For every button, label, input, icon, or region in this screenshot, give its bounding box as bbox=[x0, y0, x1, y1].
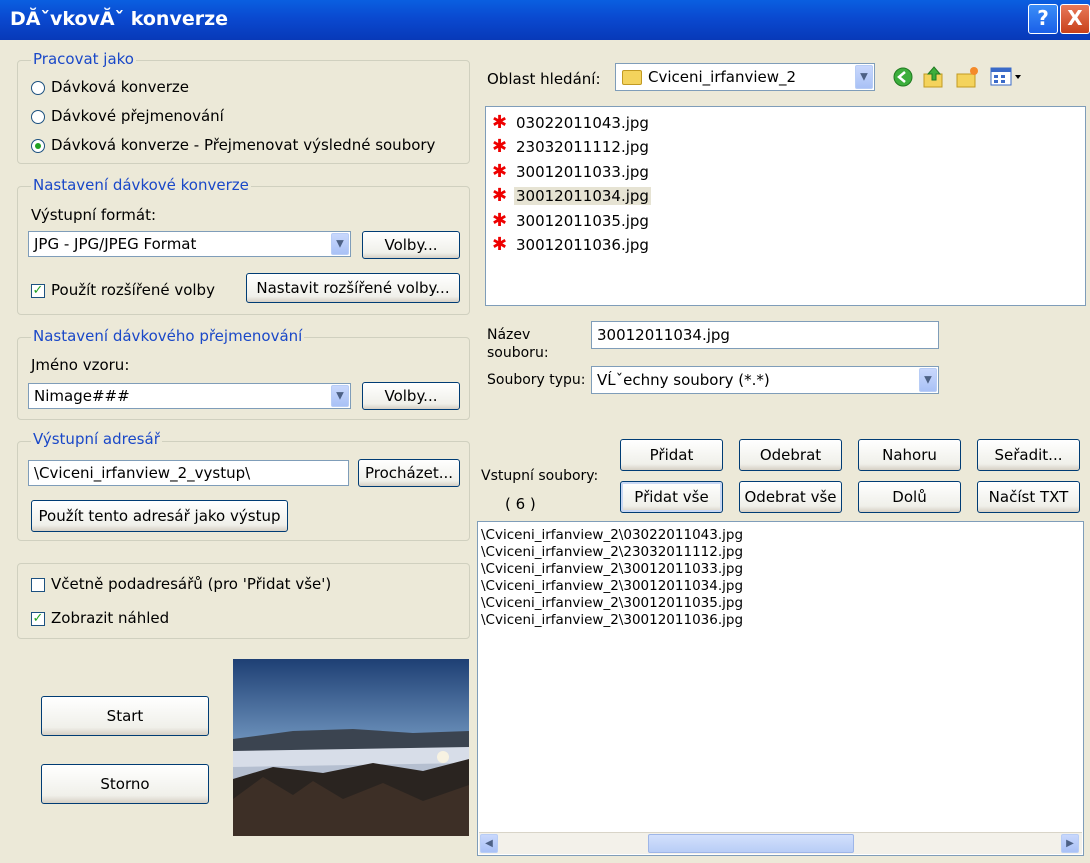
filename-label: Název souboru: bbox=[487, 327, 549, 361]
conversion-legend: Nastavení dávkové konverze bbox=[31, 176, 251, 194]
output-format-select[interactable]: JPG - JPG/JPEG Format bbox=[28, 231, 351, 257]
help-button[interactable]: ? bbox=[1028, 4, 1058, 34]
filetype-select[interactable]: VĹˇechny soubory (*.*) bbox=[591, 366, 939, 394]
view-menu-icon[interactable] bbox=[990, 66, 1024, 88]
folder-icon bbox=[622, 70, 642, 85]
horizontal-scrollbar[interactable]: ◀ ▶ bbox=[479, 832, 1082, 854]
window-title: DĂˇvkovĂˇ konverze bbox=[10, 8, 229, 30]
scroll-thumb[interactable] bbox=[648, 834, 854, 853]
new-folder-icon[interactable] bbox=[955, 65, 979, 89]
radio-batch-rename-label[interactable]: Dávkové přejmenování bbox=[51, 107, 224, 125]
list-item[interactable]: \Cviceni_irfanview_2\30012011033.jpg bbox=[481, 561, 743, 577]
list-item[interactable]: \Cviceni_irfanview_2\30012011034.jpg bbox=[481, 578, 743, 594]
filename-field[interactable]: 30012011034.jpg bbox=[591, 321, 939, 349]
output-format-label: Výstupní formát: bbox=[31, 206, 157, 224]
move-down-button[interactable]: Dolů bbox=[858, 481, 961, 513]
preview-image bbox=[233, 659, 469, 836]
input-files-count: ( 6 ) bbox=[505, 495, 536, 513]
move-up-button[interactable]: Nahoru bbox=[858, 439, 961, 471]
include-subdirs-checkbox[interactable] bbox=[31, 578, 45, 592]
pattern-value: Nimage### bbox=[34, 387, 130, 405]
work-as-legend: Pracovat jako bbox=[31, 50, 136, 68]
advanced-options-label[interactable]: Použít rozšířené volby bbox=[51, 281, 215, 299]
look-in-select[interactable]: Cviceni_irfanview_2 bbox=[615, 63, 875, 91]
chevron-down-icon[interactable] bbox=[919, 368, 937, 392]
remove-all-button[interactable]: Odebrat vše bbox=[739, 481, 842, 513]
sort-button[interactable]: Seřadit... bbox=[977, 439, 1080, 471]
image-file-icon: ✱ bbox=[492, 136, 508, 157]
image-file-icon: ✱ bbox=[492, 112, 508, 133]
rename-options-button[interactable]: Volby... bbox=[362, 382, 460, 410]
rename-legend: Nastavení dávkového přejmenování bbox=[31, 327, 305, 345]
radio-convert-and-rename-label[interactable]: Dávková konverze - Přejmenovat výsledné … bbox=[51, 136, 435, 154]
output-dir-legend: Výstupní adresář bbox=[31, 430, 162, 448]
file-browser-list[interactable]: ✱ 03022011043.jpg ✱ 23032011112.jpg ✱ 30012… bbox=[485, 106, 1086, 306]
show-preview-label[interactable]: Zobrazit náhled bbox=[51, 609, 169, 627]
start-button[interactable]: Start bbox=[41, 696, 209, 736]
image-file-icon: ✱ bbox=[492, 185, 508, 206]
up-folder-icon[interactable] bbox=[922, 65, 946, 89]
list-item[interactable]: \Cviceni_irfanview_2\30012011036.jpg bbox=[481, 612, 743, 628]
list-item[interactable]: \Cviceni_irfanview_2\30012011035.jpg bbox=[481, 595, 743, 611]
include-subdirs-label[interactable]: Včetně podadresářů (pro 'Přidat vše') bbox=[51, 575, 331, 593]
radio-batch-rename[interactable] bbox=[31, 110, 45, 124]
advanced-options-button[interactable]: Nastavit rozšířené volby... bbox=[246, 273, 460, 303]
image-file-icon: ✱ bbox=[492, 210, 508, 231]
back-icon[interactable] bbox=[893, 67, 913, 87]
list-item[interactable]: \Cviceni_irfanview_2\03022011043.jpg bbox=[481, 527, 743, 543]
filetype-value: VĹˇechny soubory (*.*) bbox=[597, 371, 770, 389]
remove-button[interactable]: Odebrat bbox=[739, 439, 842, 471]
use-current-dir-button[interactable]: Použít tento adresář jako výstup bbox=[31, 500, 288, 532]
chevron-down-icon[interactable] bbox=[855, 65, 873, 89]
radio-batch-conversion[interactable] bbox=[31, 81, 45, 95]
advanced-options-checkbox[interactable]: ✓ bbox=[31, 284, 45, 298]
add-button[interactable]: Přidat bbox=[620, 439, 723, 471]
pattern-select[interactable]: Nimage### bbox=[28, 383, 351, 409]
show-preview-checkbox[interactable]: ✓ bbox=[31, 612, 45, 626]
list-item[interactable]: \Cviceni_irfanview_2\23032011112.jpg bbox=[481, 544, 743, 560]
output-dir-field[interactable]: \Cviceni_irfanview_2_vystup\ bbox=[28, 460, 349, 486]
radio-convert-and-rename[interactable] bbox=[31, 139, 45, 153]
pattern-label: Jméno vzoru: bbox=[31, 356, 130, 374]
chevron-down-icon[interactable] bbox=[331, 233, 349, 255]
image-file-icon: ✱ bbox=[492, 161, 508, 182]
image-file-icon: ✱ bbox=[492, 234, 508, 255]
conversion-options-button[interactable]: Volby... bbox=[362, 231, 460, 259]
filetype-label: Soubory typu: bbox=[487, 372, 586, 388]
look-in-label: Oblast hledání: bbox=[487, 70, 601, 88]
output-format-value: JPG - JPG/JPEG Format bbox=[34, 235, 197, 253]
radio-batch-conversion-label[interactable]: Dávková konverze bbox=[51, 78, 189, 96]
close-button[interactable]: X bbox=[1060, 4, 1090, 34]
scroll-left-button[interactable]: ◀ bbox=[480, 834, 498, 853]
look-in-value: Cviceni_irfanview_2 bbox=[648, 68, 797, 86]
browse-button[interactable]: Procházet... bbox=[358, 459, 460, 487]
add-all-button[interactable]: Přidat vše bbox=[620, 481, 723, 513]
chevron-down-icon[interactable] bbox=[331, 385, 349, 407]
input-files-label: Vstupní soubory: bbox=[481, 468, 599, 484]
cancel-button[interactable]: Storno bbox=[41, 764, 209, 804]
input-files-list[interactable]: \Cviceni_irfanview_2\03022011043.jpg \Cv… bbox=[477, 521, 1084, 856]
scroll-right-button[interactable]: ▶ bbox=[1061, 834, 1079, 853]
load-txt-button[interactable]: Načíst TXT bbox=[977, 481, 1080, 513]
